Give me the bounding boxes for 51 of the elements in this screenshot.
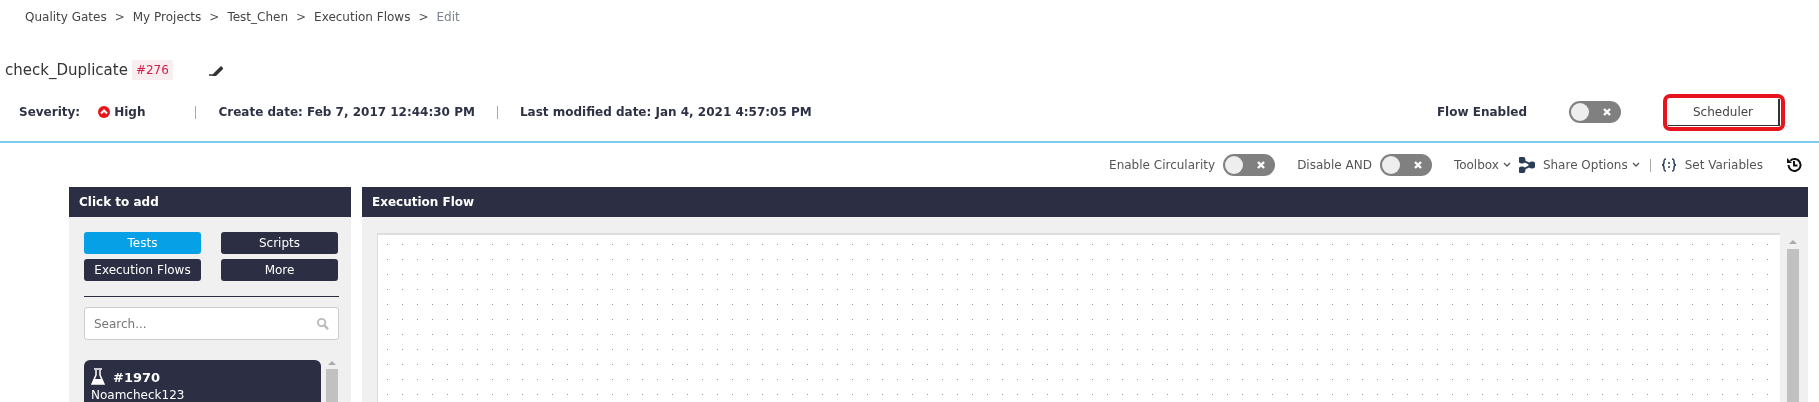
dot-grid-canvas[interactable] [377,233,1780,402]
category-tab[interactable]: More [221,259,338,281]
flow-enabled-label: Flow Enabled [1436,105,1527,119]
toggle-switch[interactable] [1569,101,1621,123]
breadcrumb-separator: > [114,10,125,24]
breadcrumb-separator: > [209,10,220,24]
x-icon [1256,160,1267,170]
toolbox-menu[interactable]: Toolbox [1453,158,1499,172]
toggle-switch[interactable] [1223,154,1276,176]
scrollbar-thumb[interactable] [326,369,338,402]
panel-header: Click to add [69,187,351,217]
pencil-icon[interactable] [208,64,223,76]
share-options-menu[interactable]: Share Options [1542,158,1628,172]
panel-header: Execution Flow [362,187,1808,217]
disable-and-label: Disable AND [1297,158,1372,172]
breadcrumb-link[interactable]: Execution Flows [314,10,411,24]
scheduler-button[interactable]: Scheduler [1668,98,1780,126]
x-icon [1602,107,1612,117]
flow-id-badge: #276 [131,60,173,80]
caret-icon [1631,162,1640,168]
breadcrumb-separator: > [418,10,429,24]
modified-date: Last modified date: Jan 4, 2021 4:57:05 PM [519,105,812,119]
scroll-up-icon[interactable] [328,360,336,365]
breadcrumb-separator: > [296,10,307,24]
share-icon[interactable] [1518,157,1535,173]
create-date: Create date: Feb 7, 2017 12:44:30 PM [218,105,475,119]
category-tab[interactable]: Execution Flows [84,259,201,281]
search-icon [316,317,329,330]
search-field[interactable]: Search... [84,307,339,340]
caret-icon [1502,162,1511,168]
toggle-switch[interactable] [1379,154,1432,176]
x-icon [1412,160,1423,170]
chevron-up-icon [98,106,111,118]
severity-label: Severity: [19,105,81,119]
test-name: Noamcheck123 [91,388,186,402]
breadcrumb-link[interactable]: Quality Gates [25,10,107,24]
flask-icon [91,368,105,386]
category-tab[interactable]: Scripts [221,232,338,254]
breadcrumb-link[interactable]: Test_Chen [227,10,288,24]
flow-name: check_Duplicate [5,61,128,79]
scroll-up-icon[interactable] [1789,239,1797,244]
current-page-label: Edit [436,10,460,24]
enable-circularity-label: Enable Circularity [1109,158,1216,172]
breadcrumb-link[interactable]: My Projects [132,10,202,24]
severity-value: High [114,105,146,119]
test-id: #1970 [113,369,161,385]
scrollbar-thumb[interactable] [1787,249,1799,402]
history-icon[interactable] [1785,156,1803,174]
braces-icon[interactable] [1660,158,1677,172]
test-card[interactable]: #1970 Noamcheck123 [84,360,321,402]
set-variables-link[interactable]: Set Variables [1684,158,1763,172]
